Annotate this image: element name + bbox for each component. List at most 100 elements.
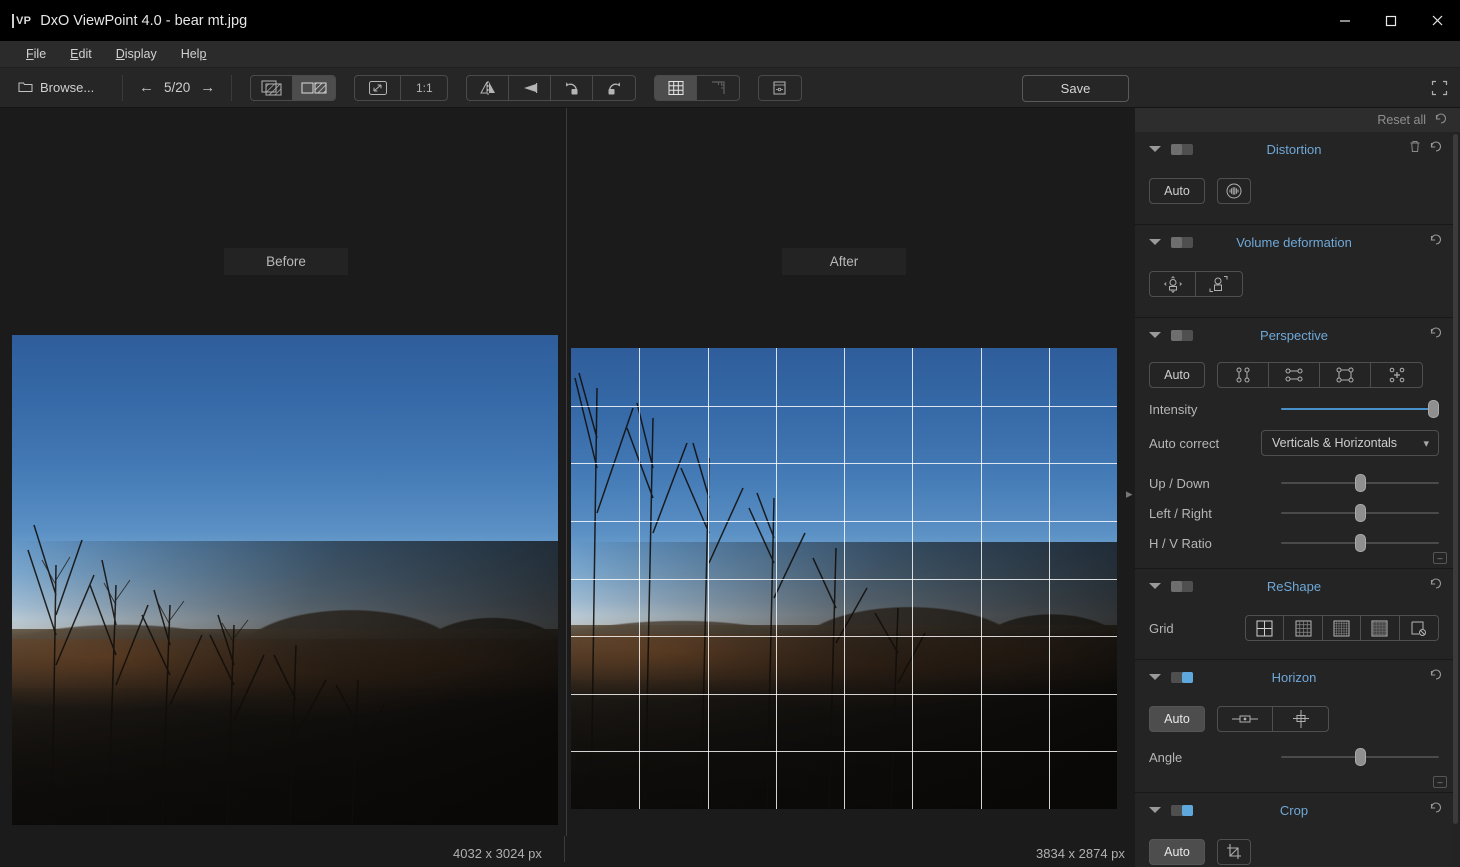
angle-row: Angle (1149, 748, 1439, 766)
perspective-reset-icon[interactable] (1429, 326, 1443, 344)
distortion-delete-icon[interactable] (1409, 140, 1421, 158)
ruler-overlay-toggle-icon[interactable] (697, 76, 739, 100)
grid-line-horizontal (571, 694, 1117, 695)
fit-to-screen-button[interactable] (355, 76, 401, 100)
section-perspective-header[interactable]: Perspective (1135, 318, 1453, 352)
eight-point-icon[interactable] (1371, 363, 1422, 387)
after-image[interactable] (571, 348, 1117, 809)
minimize-icon[interactable] (1322, 0, 1368, 41)
hv-ratio-slider[interactable] (1281, 534, 1439, 552)
distortion-enable-toggle[interactable] (1171, 144, 1193, 155)
perspective-auto-button[interactable]: Auto (1149, 362, 1205, 388)
crop-enable-toggle[interactable] (1171, 805, 1193, 816)
grid-fine-icon[interactable] (1361, 616, 1399, 640)
chevron-down-icon[interactable] (1149, 674, 1161, 680)
crop-auto-button[interactable]: Auto (1149, 839, 1205, 865)
intensity-row: Intensity (1149, 400, 1439, 418)
overlay-compare-button[interactable] (251, 76, 293, 100)
volume-deformation-enable-toggle[interactable] (1171, 237, 1193, 248)
zoom-100-button[interactable]: 1:1 (401, 76, 447, 100)
maximize-icon[interactable] (1368, 0, 1414, 41)
section-horizon-header[interactable]: Horizon (1135, 660, 1453, 694)
volume-rectangular-icon[interactable] (1196, 272, 1242, 296)
section-crop-header[interactable]: Crop (1135, 793, 1453, 827)
section-distortion-header[interactable]: Distortion (1135, 132, 1453, 166)
horizon-collapse-button[interactable]: – (1433, 776, 1447, 788)
section-reshape-header[interactable]: ReShape (1135, 569, 1453, 603)
grid-6x6-icon[interactable] (1323, 616, 1361, 640)
rotate-left-icon[interactable] (551, 76, 593, 100)
section-volume-deformation-header[interactable]: Volume deformation (1135, 225, 1453, 259)
left-right-slider[interactable] (1281, 504, 1439, 522)
undo-icon[interactable] (1434, 112, 1448, 128)
grid-overlay-toggle-icon[interactable] (655, 76, 697, 100)
panel-resize-handle[interactable]: ▸ (1126, 486, 1133, 502)
dimension-bar: 4032 x 3024 px 3834 x 2874 px (0, 836, 1135, 867)
horizon-auto-button[interactable]: Auto (1149, 706, 1205, 732)
menu-help[interactable]: Help (169, 43, 219, 65)
volume-deformation-reset-icon[interactable] (1429, 233, 1443, 251)
reshape-enable-toggle[interactable] (1171, 581, 1193, 592)
grid-custom-icon[interactable] (1400, 616, 1438, 640)
save-button[interactable]: Save (1022, 75, 1129, 102)
folder-icon (18, 80, 33, 96)
intensity-label: Intensity (1149, 402, 1261, 417)
crop-icon[interactable] (1217, 839, 1251, 865)
menu-edit[interactable]: Edit (58, 43, 104, 65)
up-down-slider[interactable] (1281, 474, 1439, 492)
angle-slider[interactable] (1281, 748, 1439, 766)
measure-group (758, 75, 802, 101)
hv-ratio-row: H / V Ratio (1149, 534, 1439, 552)
lens-distortion-icon[interactable] (1217, 178, 1251, 204)
parallel-horizontal-icon[interactable] (1269, 363, 1320, 387)
panel-scrollbar[interactable] (1453, 134, 1458, 824)
menu-bar: FFileile Edit Display Help (0, 41, 1460, 68)
close-icon[interactable] (1414, 0, 1460, 41)
section-perspective: Perspective Auto (1135, 318, 1453, 569)
side-by-side-compare-button[interactable] (293, 76, 335, 100)
menu-file[interactable]: FFileile (14, 43, 58, 65)
chevron-down-icon[interactable] (1149, 239, 1161, 245)
horizon-reset-icon[interactable] (1429, 668, 1443, 686)
perspective-enable-toggle[interactable] (1171, 330, 1193, 341)
next-image-button[interactable]: → (200, 79, 215, 96)
before-image[interactable] (12, 335, 558, 825)
window-controls (1322, 0, 1460, 41)
parallel-vertical-icon[interactable] (1218, 363, 1269, 387)
perspective-tool-group (1217, 362, 1423, 388)
export-settings-icon[interactable] (759, 76, 801, 100)
auto-correct-select[interactable]: Verticals & Horizontals ▾ (1261, 430, 1439, 456)
window-title: DxO ViewPoint 4.0 - bear mt.jpg (40, 13, 247, 29)
distortion-reset-icon[interactable] (1429, 140, 1443, 158)
intensity-slider[interactable] (1281, 400, 1439, 418)
section-volume-deformation: Volume deformation (1135, 225, 1453, 318)
grid-4x4-icon[interactable] (1284, 616, 1322, 640)
fullscreen-icon[interactable] (1431, 80, 1448, 101)
rotate-right-icon[interactable] (593, 76, 635, 100)
chevron-down-icon[interactable] (1149, 332, 1161, 338)
horizon-line-icon[interactable] (1218, 707, 1273, 731)
horizon-vertical-icon[interactable] (1273, 707, 1328, 731)
flip-horizontal-icon[interactable] (467, 76, 509, 100)
perspective-collapse-button[interactable]: – (1433, 552, 1447, 564)
reshape-reset-icon[interactable] (1429, 577, 1443, 595)
grid-2x2-icon[interactable] (1246, 616, 1284, 640)
browse-label: Browse... (40, 80, 94, 95)
reset-all-label[interactable]: Reset all (1377, 113, 1426, 127)
horizon-enable-toggle[interactable] (1171, 672, 1193, 683)
previous-image-button[interactable]: ← (139, 79, 154, 96)
browse-button[interactable]: Browse... (18, 80, 122, 96)
distortion-auto-button[interactable]: Auto (1149, 178, 1205, 204)
menu-display[interactable]: Display (104, 43, 169, 65)
crop-reset-icon[interactable] (1429, 801, 1443, 819)
volume-diagonal-icon[interactable] (1150, 272, 1196, 296)
rectangle-icon[interactable] (1320, 363, 1371, 387)
up-down-label: Up / Down (1149, 476, 1261, 491)
chevron-down-icon[interactable] (1149, 583, 1161, 589)
chevron-down-icon[interactable] (1149, 807, 1161, 813)
toolbar-divider-2 (231, 75, 232, 101)
flip-vertical-icon[interactable] (509, 76, 551, 100)
left-right-row: Left / Right (1149, 504, 1439, 522)
auto-correct-value: Verticals & Horizontals (1272, 436, 1397, 450)
chevron-down-icon[interactable] (1149, 146, 1161, 152)
